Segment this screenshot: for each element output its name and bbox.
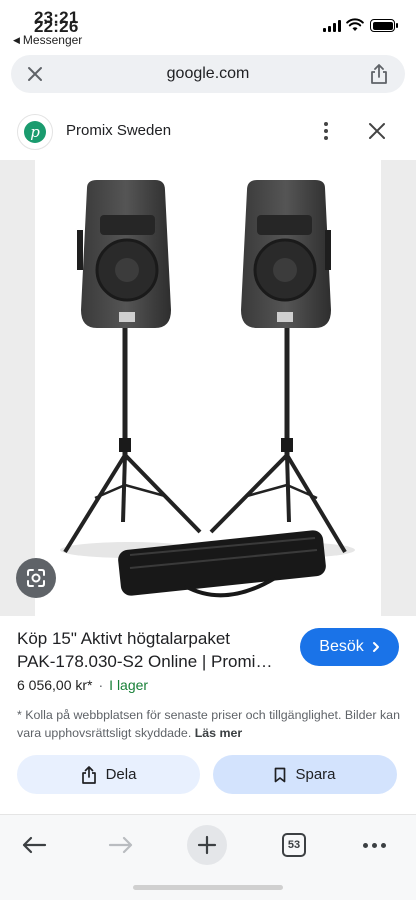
new-tab-button[interactable] — [187, 825, 227, 865]
back-to-app-link[interactable]: ◀ Messenger — [13, 33, 82, 47]
product-image-area[interactable] — [0, 160, 416, 616]
product-title[interactable]: Köp 15" Aktivt högtalarpaket PAK-178.030… — [17, 627, 287, 673]
share-icon[interactable] — [369, 63, 389, 85]
wifi-icon — [346, 18, 364, 31]
arrow-right-icon — [108, 836, 133, 854]
save-button[interactable]: Spara — [213, 755, 397, 794]
tab-count: 53 — [282, 833, 306, 857]
site-logo-mark: p — [24, 121, 46, 143]
close-tab-icon[interactable] — [25, 64, 45, 84]
price-row: 6 056,00 kr* · I lager — [17, 677, 148, 693]
share-icon — [81, 765, 96, 784]
url-text[interactable]: google.com — [11, 65, 405, 83]
battery-icon — [370, 19, 398, 32]
price: 6 056,00 kr* — [17, 677, 93, 693]
bookmark-icon — [275, 767, 286, 782]
plus-icon — [197, 835, 217, 855]
share-button[interactable]: Dela — [17, 755, 200, 794]
disclaimer-note: * Kolla på webbplatsen för senaste prise… — [17, 706, 401, 742]
product-title-line1: Köp 15" Aktivt högtalarpaket — [17, 629, 231, 648]
close-icon[interactable] — [367, 121, 387, 141]
read-more-link[interactable]: Läs mer — [195, 726, 243, 740]
separator-dot: · — [98, 677, 104, 693]
visit-label: Besök — [319, 638, 364, 655]
lens-icon — [27, 569, 45, 587]
home-indicator — [133, 885, 283, 890]
more-options-icon[interactable] — [318, 120, 334, 142]
back-app-label: Messenger — [22, 33, 83, 47]
forward-button[interactable] — [101, 825, 141, 865]
site-logo: p — [17, 114, 53, 150]
product-image — [35, 160, 381, 616]
google-lens-button[interactable] — [16, 558, 56, 598]
visit-button[interactable]: Besök — [300, 628, 399, 666]
tabs-button[interactable]: 53 — [274, 825, 314, 865]
arrow-left-icon — [22, 836, 47, 854]
stock-status: I lager — [109, 677, 149, 693]
address-bar[interactable]: google.com — [11, 55, 405, 93]
back-button[interactable] — [14, 825, 54, 865]
site-header: p Promix Sweden — [0, 108, 416, 154]
save-label: Spara — [295, 766, 336, 783]
product-title-line2: PAK-178.030-S2 Online | Promi… — [17, 652, 273, 671]
back-triangle-icon: ◀ — [13, 34, 20, 45]
status-bar: 23:21 22:26 ◀ Messenger — [0, 0, 416, 50]
cellular-signal-icon — [323, 20, 341, 32]
more-menu-button[interactable] — [354, 825, 394, 865]
site-name[interactable]: Promix Sweden — [66, 122, 171, 139]
more-horizontal-icon — [362, 842, 386, 848]
chevron-right-icon — [372, 642, 379, 652]
speakers-illustration — [60, 180, 355, 598]
share-label: Dela — [105, 766, 137, 783]
